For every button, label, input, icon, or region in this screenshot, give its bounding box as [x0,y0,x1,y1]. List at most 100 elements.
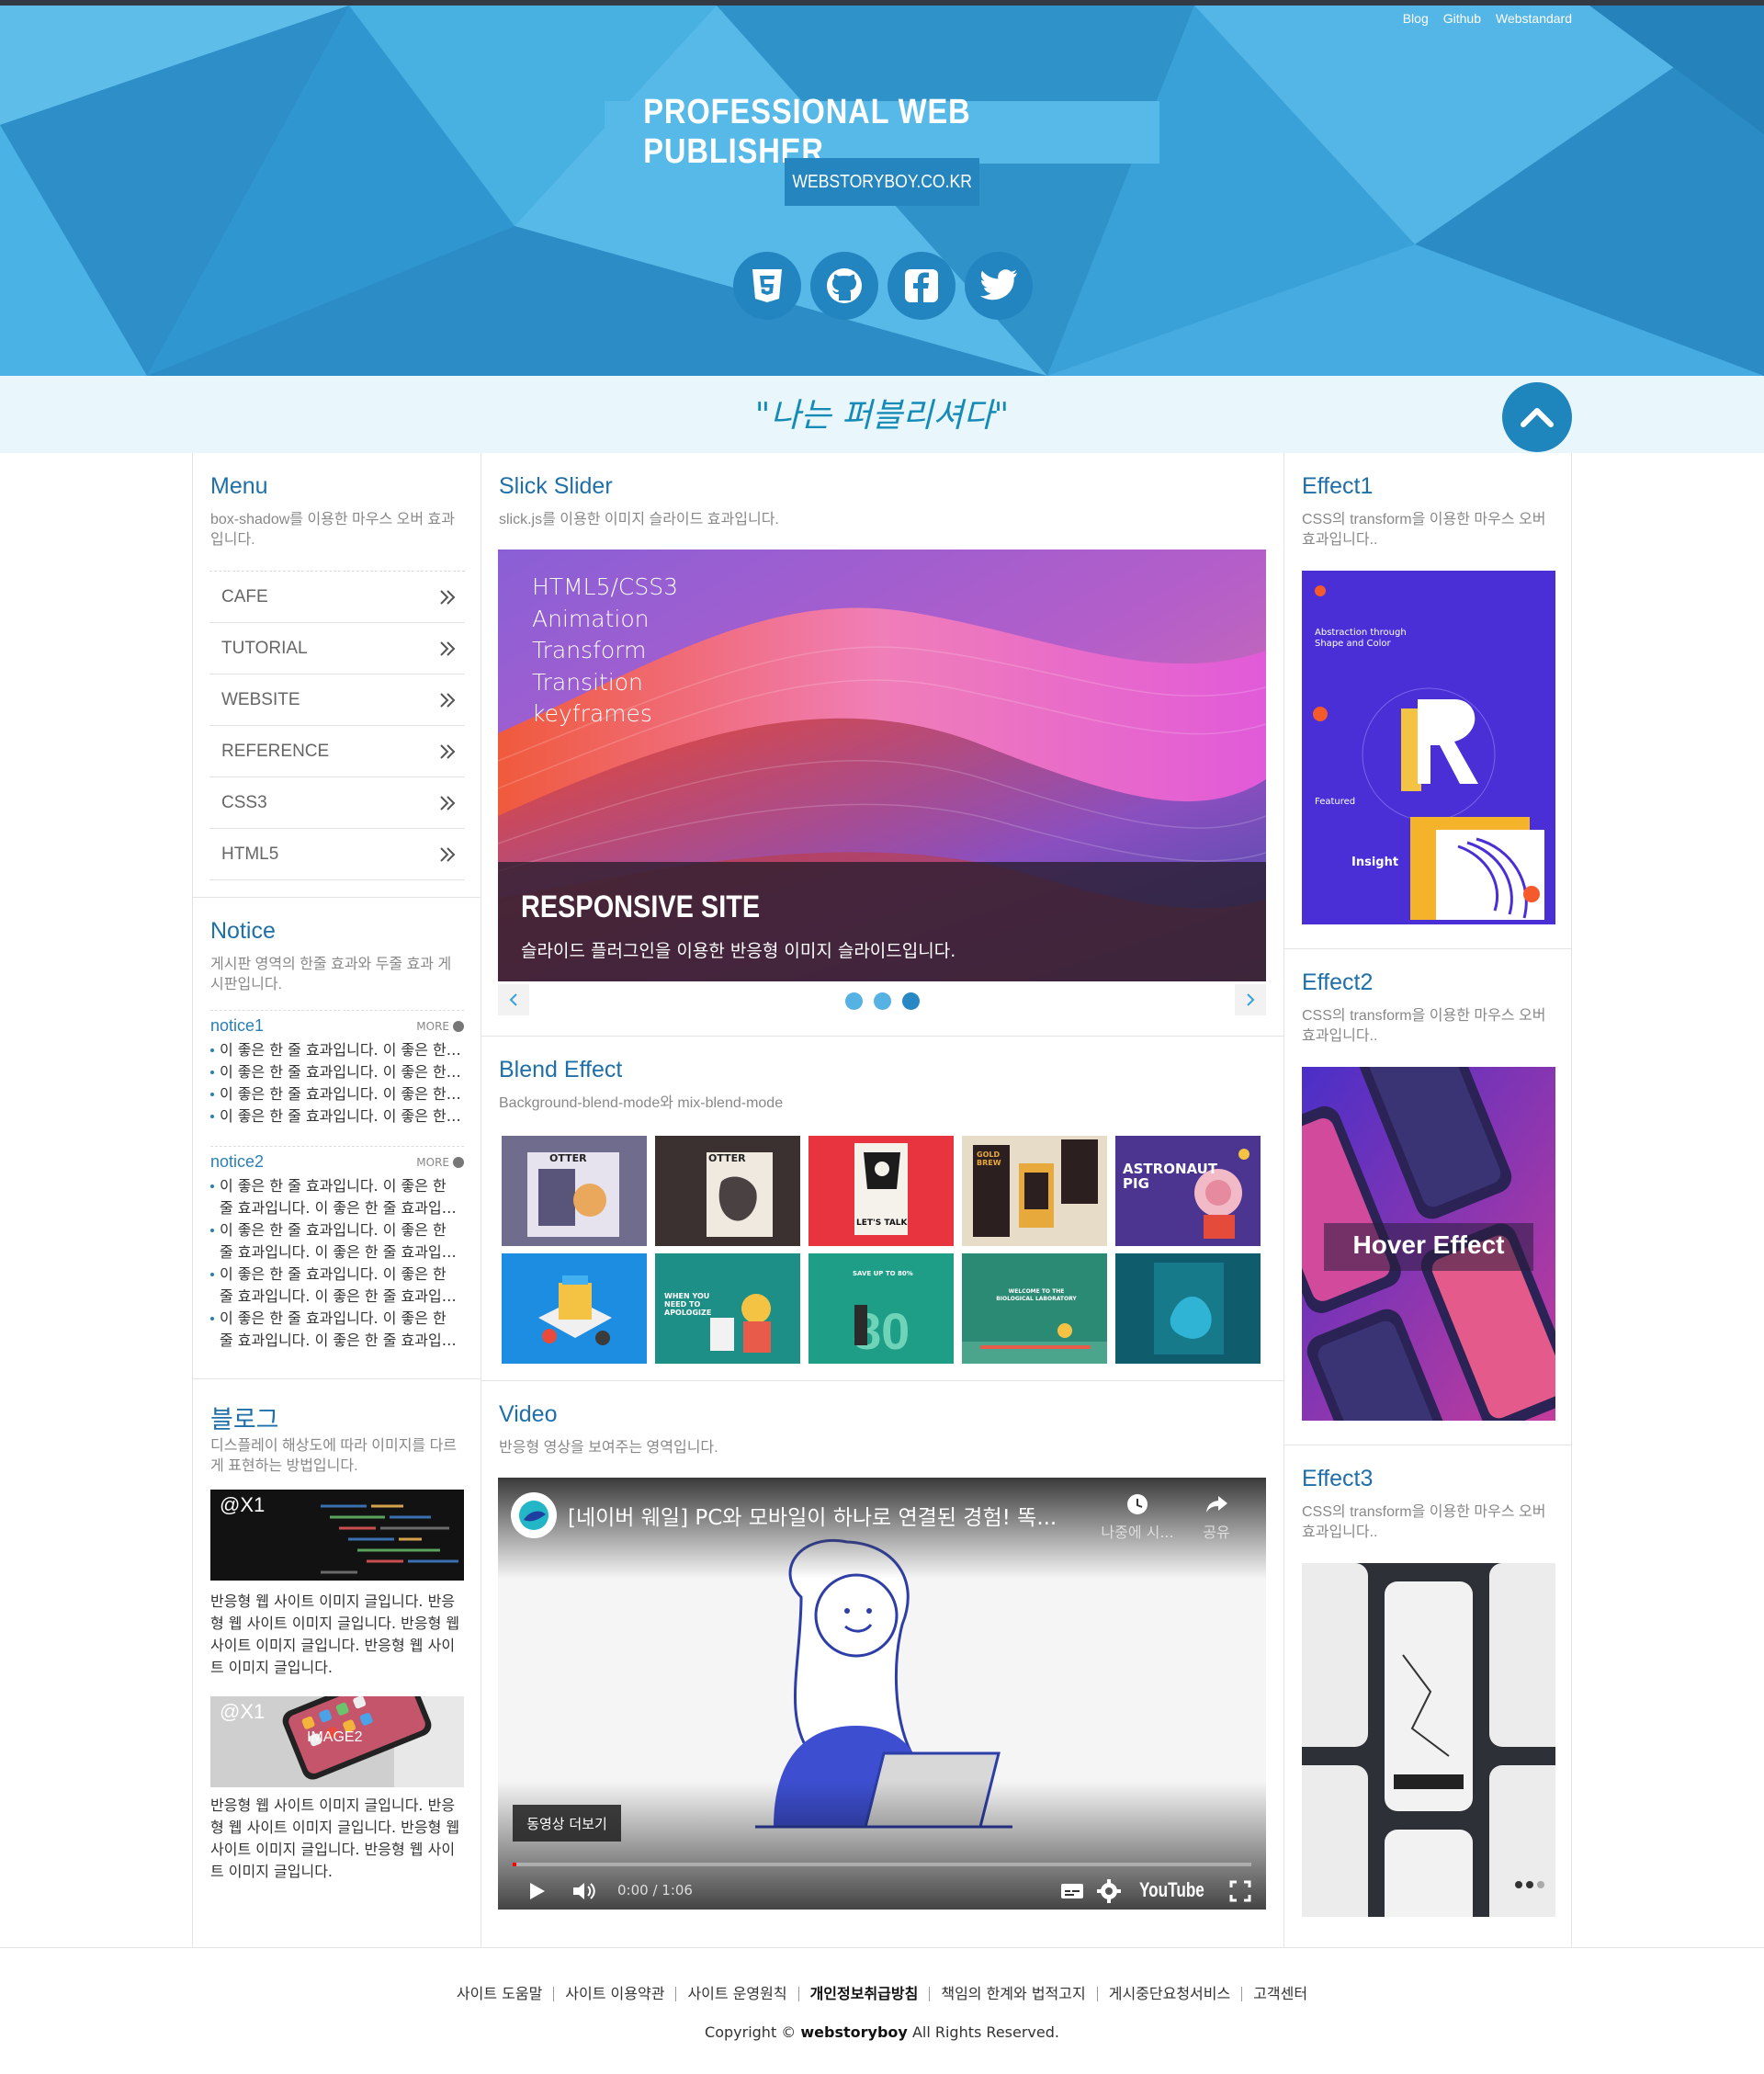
blog-image-2[interactable]: @X1 IMAGE2 [210,1696,464,1787]
menu-item-html5[interactable]: HTML5 [209,829,465,880]
list-item[interactable]: 이 좋은 한 줄 효과입니다. 이 좋은 한 줄 효과입니다. [210,1061,464,1083]
slider-dot-3[interactable] [901,992,920,1010]
twitter-icon[interactable] [965,252,1033,320]
slider-desc: slick.js를 이용한 이미지 슬라이드 효과입니다. [499,512,779,527]
play-icon[interactable] [526,1880,548,1902]
blend-tile-label: OTTER [708,1152,746,1164]
html5-icon[interactable] [733,252,801,320]
menu-item-reference[interactable]: REFERENCE [209,726,465,777]
blend-tile[interactable]: GOLD BREW [962,1136,1107,1246]
double-chevron-right-icon [440,641,456,656]
list-item[interactable]: 이 좋은 한 줄 효과입니다. 이 좋은 한 줄 효과입니다. 이 좋은 한 줄… [210,1264,464,1308]
settings-gear-icon[interactable] [1097,1879,1121,1903]
notice2-header: notice2 MORE [210,1146,464,1172]
footer-link-support[interactable]: 고객센터 [1241,1987,1318,2001]
video-title[interactable]: [네이버 웨일] PC와 모바일이 하나로 연결된 경험! 똑... [568,1500,1057,1531]
volume-icon[interactable] [571,1880,597,1902]
copyright-suffix: All Rights Reserved. [911,2023,1059,2041]
blend-tile[interactable]: LET'S TALK [808,1136,954,1246]
blend-tile[interactable]: 80 SAVE UP TO 80% [808,1253,954,1364]
slider-dot-1[interactable] [844,992,863,1010]
blog-post-text-2: 반응형 웹 사이트 이미지 글입니다. 반응형 웹 사이트 이미지 글입니다. … [210,1796,460,1880]
animation-line: Animation [532,605,650,632]
channel-avatar[interactable] [511,1492,557,1538]
blend-tile[interactable]: WELCOME TO THE BIOLOGICAL LABORATORY [962,1253,1107,1364]
blog-post-text-1: 반응형 웹 사이트 이미지 글입니다. 반응형 웹 사이트 이미지 글입니다. … [210,1592,460,1676]
share-label: 공유 [1203,1524,1230,1541]
effect1-desc: CSS의 transform을 이용한 마우스 오버 효과입니다.. [1302,512,1546,548]
effect3-image[interactable] [1302,1563,1555,1917]
video-player[interactable]: [네이버 웨일] PC와 모바일이 하나로 연결된 경험! 똑... 나중에 시… [498,1478,1266,1910]
subtitles-icon[interactable] [1060,1882,1084,1900]
copyright-prefix: Copyright © [705,2023,797,2041]
effect1-image[interactable]: Abstraction through Shape and Color Featu… [1302,571,1555,924]
footer-link-legal[interactable]: 책임의 한계와 법적고지 [929,1987,1096,2001]
webstandard-link[interactable]: Webstandard [1496,11,1572,26]
blog-section: 블로그 디스플레이 해상도에 따라 이미지를 다르게 표현하는 방법입니다. @… [193,1379,481,1947]
blend-tile-label: SAVE UP TO 80% [853,1270,913,1277]
more-link[interactable]: MORE [416,1156,464,1169]
list-item[interactable]: 이 좋은 한 줄 효과입니다. 이 좋은 한 줄 효과입니다. 이 좋은 한 줄… [210,1219,464,1264]
list-item[interactable]: 이 좋은 한 줄 효과입니다. 이 좋은 한 줄 효과입니다. 이 좋은 한 줄… [210,1175,464,1219]
blend-tile[interactable]: OTTER [655,1136,800,1246]
blend-grid: OTTER OTTER LET'S TALK GOLD BREW ASTRONA… [502,1136,1261,1364]
footer-link-policy[interactable]: 사이트 운영원칙 [675,1987,797,2001]
effect2-image[interactable]: Hover Effect [1302,1067,1555,1421]
menu-item-css3[interactable]: CSS3 [209,777,465,829]
youtube-logo[interactable]: YouTube [1139,1878,1204,1902]
github-icon[interactable] [810,252,878,320]
footer-link-privacy[interactable]: 개인정보취급방침 [797,1987,930,2001]
menu-item-tutorial[interactable]: TUTORIAL [209,623,465,674]
slider-navigation [498,984,1266,1015]
list-item[interactable]: 이 좋은 한 줄 효과입니다. 이 좋은 한 줄 효과입니다. [210,1083,464,1105]
scroll-top-button[interactable] [1502,382,1572,452]
fullscreen-icon[interactable] [1229,1880,1251,1902]
footer-link-help[interactable]: 사이트 도움말 [446,1987,553,2001]
effect2-title: Effect2 [1302,969,1374,995]
menu-item-cafe[interactable]: CAFE [209,572,465,623]
effect3-section: Effect3 CSS의 transform을 이용한 마우스 오버 효과입니다… [1284,1445,1572,1947]
footer-link-terms[interactable]: 사이트 이용약관 [553,1987,675,2001]
blend-tile[interactable] [502,1253,647,1364]
slider-dots [498,992,1266,1010]
list-item[interactable]: 이 좋은 한 줄 효과입니다. 이 좋은 한 줄 효과입니다. [210,1105,464,1128]
middle-column: Slick Slider slick.js를 이용한 이미지 슬라이드 효과입니… [481,453,1284,1947]
site-title-box: PROFESSIONAL WEB PUBLISHER [605,93,1159,171]
blend-tile[interactable]: ASTRONAUT PIG [1115,1136,1261,1246]
blog-desc: 디스플레이 해상도에 따라 이미지를 다르게 표현하는 방법입니다. [210,1438,458,1474]
notice1-title[interactable]: notice1 [210,1016,264,1036]
slider-dot-2[interactable] [873,992,891,1010]
blend-section: Blend Effect Background-blend-mode와 mix-… [481,1037,1283,1381]
footer-links: 사이트 도움말 사이트 이용약관 사이트 운영원칙 개인정보취급방침 책임의 한… [0,1987,1764,2001]
more-link[interactable]: MORE [416,1020,464,1033]
blend-tile[interactable] [1115,1253,1261,1364]
more-videos-button[interactable]: 동영상 더보기 [513,1805,621,1842]
github-link[interactable]: Github [1443,11,1481,26]
list-item[interactable]: 이 좋은 한 줄 효과입니다. 이 좋은 한 줄 효과입니다. [210,1039,464,1061]
slider-section: Slick Slider slick.js를 이용한 이미지 슬라이드 효과입니… [481,453,1283,1037]
animation-line: HTML5/CSS3 [532,573,678,600]
slider-next-button[interactable] [1235,984,1266,1015]
site-subtitle-box[interactable]: WEBSTORYBOY.CO.KR [785,158,979,206]
blend-tile[interactable]: WHEN YOU NEED TO APOLOGIZE [655,1253,800,1364]
watch-later-button[interactable]: 나중에 시... [1101,1492,1174,1542]
copyright: Copyright © webstoryboy All Rights Reser… [0,2023,1764,2041]
animation-line: Transition [532,668,643,696]
notice2-title[interactable]: notice2 [210,1152,264,1172]
blog-image-tag: @X1 [220,1700,266,1723]
blend-tile[interactable]: OTTER [502,1136,647,1246]
animation-line: Transform [532,637,647,663]
facebook-icon[interactable] [888,252,956,320]
video-progress-bar[interactable] [513,1863,1251,1866]
double-chevron-right-icon [440,796,456,810]
footer-link-takedown[interactable]: 게시중단요청서비스 [1096,1987,1241,2001]
menu-item-website[interactable]: WEBSITE [209,674,465,726]
effect1-art-caption: Abstraction through Shape and Color [1315,628,1407,650]
effect1-section: Effect1 CSS의 transform을 이용한 마우스 오버 효과입니다… [1284,453,1572,949]
blog-image-1[interactable]: @X1 [210,1490,464,1581]
image-slider[interactable]: HTML5/CSS3 Animation Transform Transitio… [498,550,1266,981]
share-button[interactable]: 공유 [1180,1492,1253,1542]
list-item[interactable]: 이 좋은 한 줄 효과입니다. 이 좋은 한 줄 효과입니다. 이 좋은 한 줄… [210,1308,464,1352]
blog-link[interactable]: Blog [1403,11,1429,26]
slide-caption: RESPONSIVE SITE 슬라이드 플러그인을 이용한 반응형 이미지 슬… [498,862,1266,981]
